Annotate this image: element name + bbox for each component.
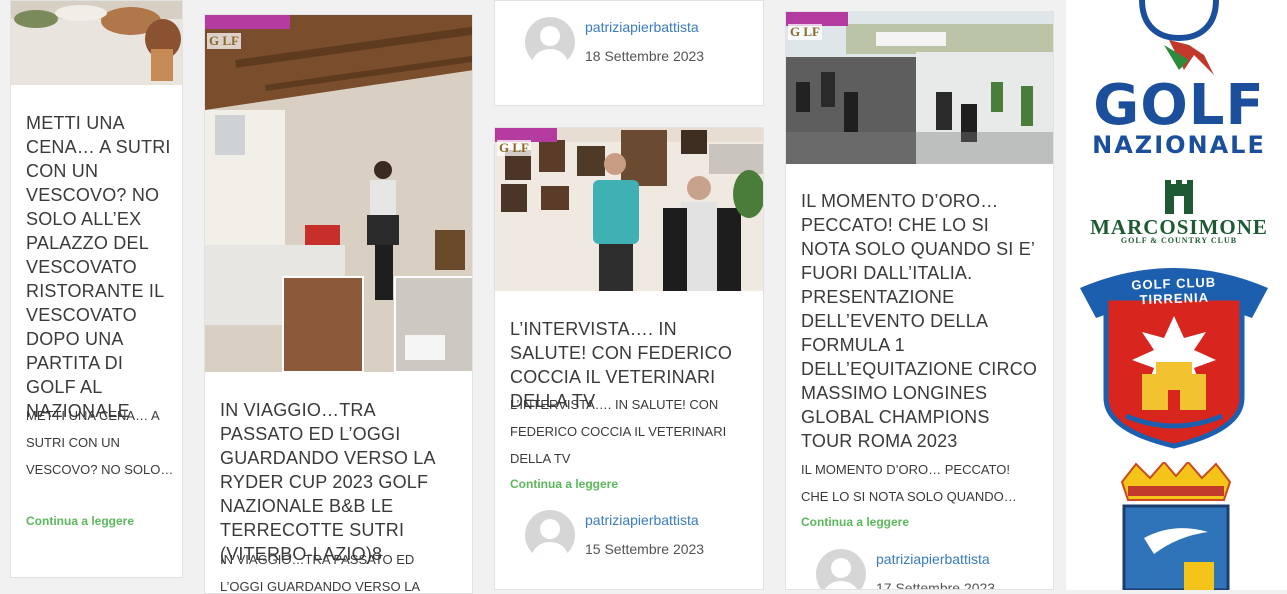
marcosimone-title: MARCOSIMONE [1090,215,1268,239]
marcosimone-subtitle: GOLF & COUNTRY CLUB [1120,236,1238,245]
post-title[interactable]: IL MOMENTO D’ORO… PECCATO! CHE LO SI NOT… [801,189,1041,453]
post-thumbnail-interview[interactable] [495,128,764,291]
golf-nazionale-title: GOLF [1093,73,1265,138]
post-card-momento-doro: G LF IL MOMENTO D’ORO… PECCATO! CHE LO S… [785,11,1054,590]
post-title[interactable]: METTI UNA CENA… A SUTRI CON UN VESCOVO? … [26,111,176,423]
post-author: patriziapierbattista 15 Settembre 2023 [525,510,704,560]
golf-nazionale-emblem-icon [1139,0,1219,75]
golf-club-tirrenia-logo[interactable]: GOLF CLUB TIRRENIA [1076,258,1272,450]
golf-nazionale-logo[interactable]: GOLF NAZIONALE [1074,0,1284,165]
post-excerpt: METTI UNA CENA… A SUTRI CON UN VESCOVO? … [26,408,174,477]
golf-logo: G LF [497,140,531,156]
post-author: patriziapierbattista 18 Settembre 2023 [525,17,704,67]
post-excerpt: IN VIAGGIO…TRA PASSATO ED L’OGGI GUARDAN… [220,552,421,594]
post-card-author-top: patriziapierbattista 18 Settembre 2023 [494,0,764,106]
avatar[interactable] [816,549,866,589]
marcosimone-logo[interactable]: MARCOSIMONE GOLF & COUNTRY CLUB [1074,180,1284,250]
golf-logo: G LF [788,24,822,40]
read-more-link[interactable]: Continua a leggere [801,515,909,529]
author-link[interactable]: patriziapierbattista [876,549,995,569]
post-author: patriziapierbattista 17 Settembre 2023 [816,549,996,590]
post-date: 15 Settembre 2023 [585,541,705,557]
post-date: 17 Settembre 2023 [876,580,996,590]
sidebar-sponsors: GOLF NAZIONALE MARCOSIMONE GOLF & COUNTR… [1066,0,1287,590]
golf-nazionale-subtitle: NAZIONALE [1092,131,1266,159]
post-card-intervista: G LF L’INTERVISTA…. IN SALUTE! CON FEDER… [494,127,764,590]
post-date: 18 Settembre 2023 [585,48,705,64]
post-excerpt: L’INTERVISTA…. IN SALUTE! CON FEDERICO C… [510,397,727,466]
post-excerpt: IL MOMENTO D’ORO… PECCATO! CHE LO SI NOT… [801,462,1017,504]
golf-badge [205,15,290,29]
post-card-vescovo: METTI UNA CENA… A SUTRI CON UN VESCOVO? … [10,0,183,578]
coat-of-arms-icon[interactable] [1114,462,1238,590]
castle-icon [1165,180,1193,214]
avatar[interactable] [525,17,575,67]
post-thumbnail-bnb[interactable] [205,15,473,372]
post-title[interactable]: IN VIAGGIO…TRA PASSATO ED L’OGGI GUARDAN… [220,398,460,566]
author-link[interactable]: patriziapierbattista [585,510,704,530]
read-more-link[interactable]: Continua a leggere [510,477,618,491]
read-more-link[interactable]: Continua a leggere [26,514,134,528]
post-card-viaggio: G LF IN VIAGGIO…TRA PASSATO ED L’OGGI GU… [204,14,473,594]
post-thumbnail-event[interactable] [786,12,1054,164]
tirrenia-banner-text: GOLF CLUB TIRRENIA [1131,274,1217,308]
post-thumbnail-dinner[interactable] [11,1,183,85]
author-link[interactable]: patriziapierbattista [585,17,704,37]
golf-logo: G LF [207,33,241,49]
avatar[interactable] [525,510,575,560]
